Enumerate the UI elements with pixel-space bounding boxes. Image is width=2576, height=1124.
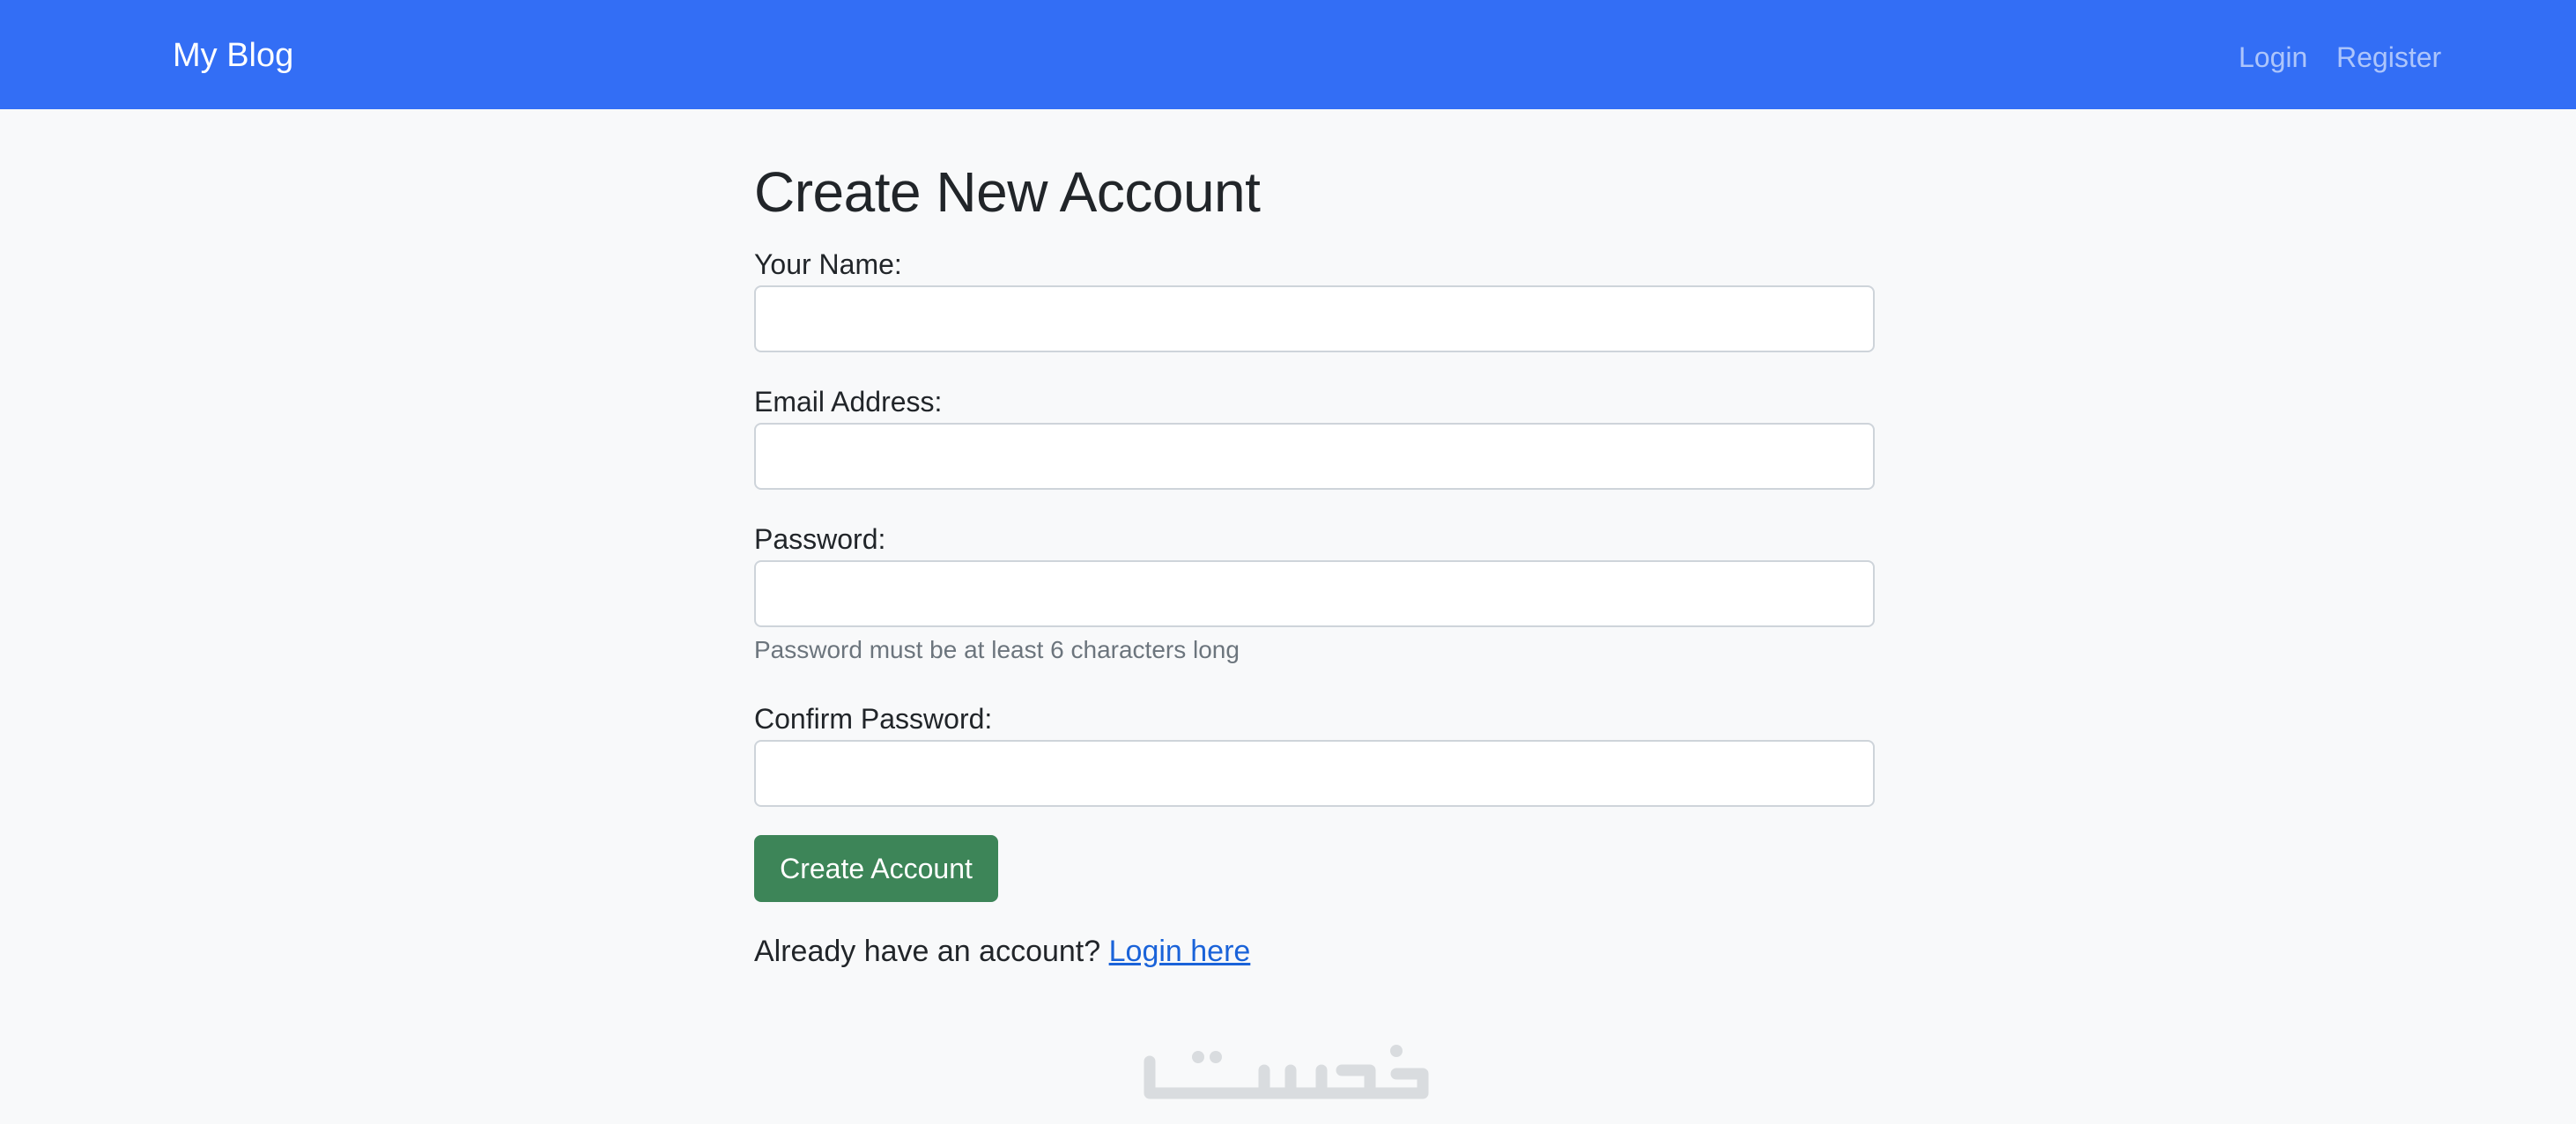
nav-register-link[interactable]: Register	[2336, 41, 2441, 74]
email-label: Email Address:	[754, 386, 943, 418]
login-prompt: Already have an account? Login here	[754, 934, 1250, 969]
nav-login-link[interactable]: Login	[2239, 41, 2307, 74]
login-prompt-text: Already have an account?	[754, 935, 1101, 968]
name-field[interactable]	[754, 285, 1875, 352]
page-title: Create New Account	[754, 160, 1261, 224]
password-help-text: Password must be at least 6 characters l…	[754, 636, 1240, 663]
password-field[interactable]	[754, 560, 1875, 627]
name-label: Your Name:	[754, 248, 902, 280]
confirm-password-label: Confirm Password:	[754, 703, 993, 735]
confirm-password-field[interactable]	[754, 740, 1875, 807]
brand-link[interactable]: My Blog	[173, 35, 293, 76]
watermark-logo-icon	[1144, 1045, 1429, 1099]
create-account-button[interactable]: Create Account	[754, 835, 998, 902]
email-field[interactable]	[754, 423, 1875, 490]
password-label: Password:	[754, 523, 886, 555]
login-here-link[interactable]: Login here	[1109, 935, 1251, 968]
top-navbar: My Blog Login Register	[0, 0, 2576, 109]
